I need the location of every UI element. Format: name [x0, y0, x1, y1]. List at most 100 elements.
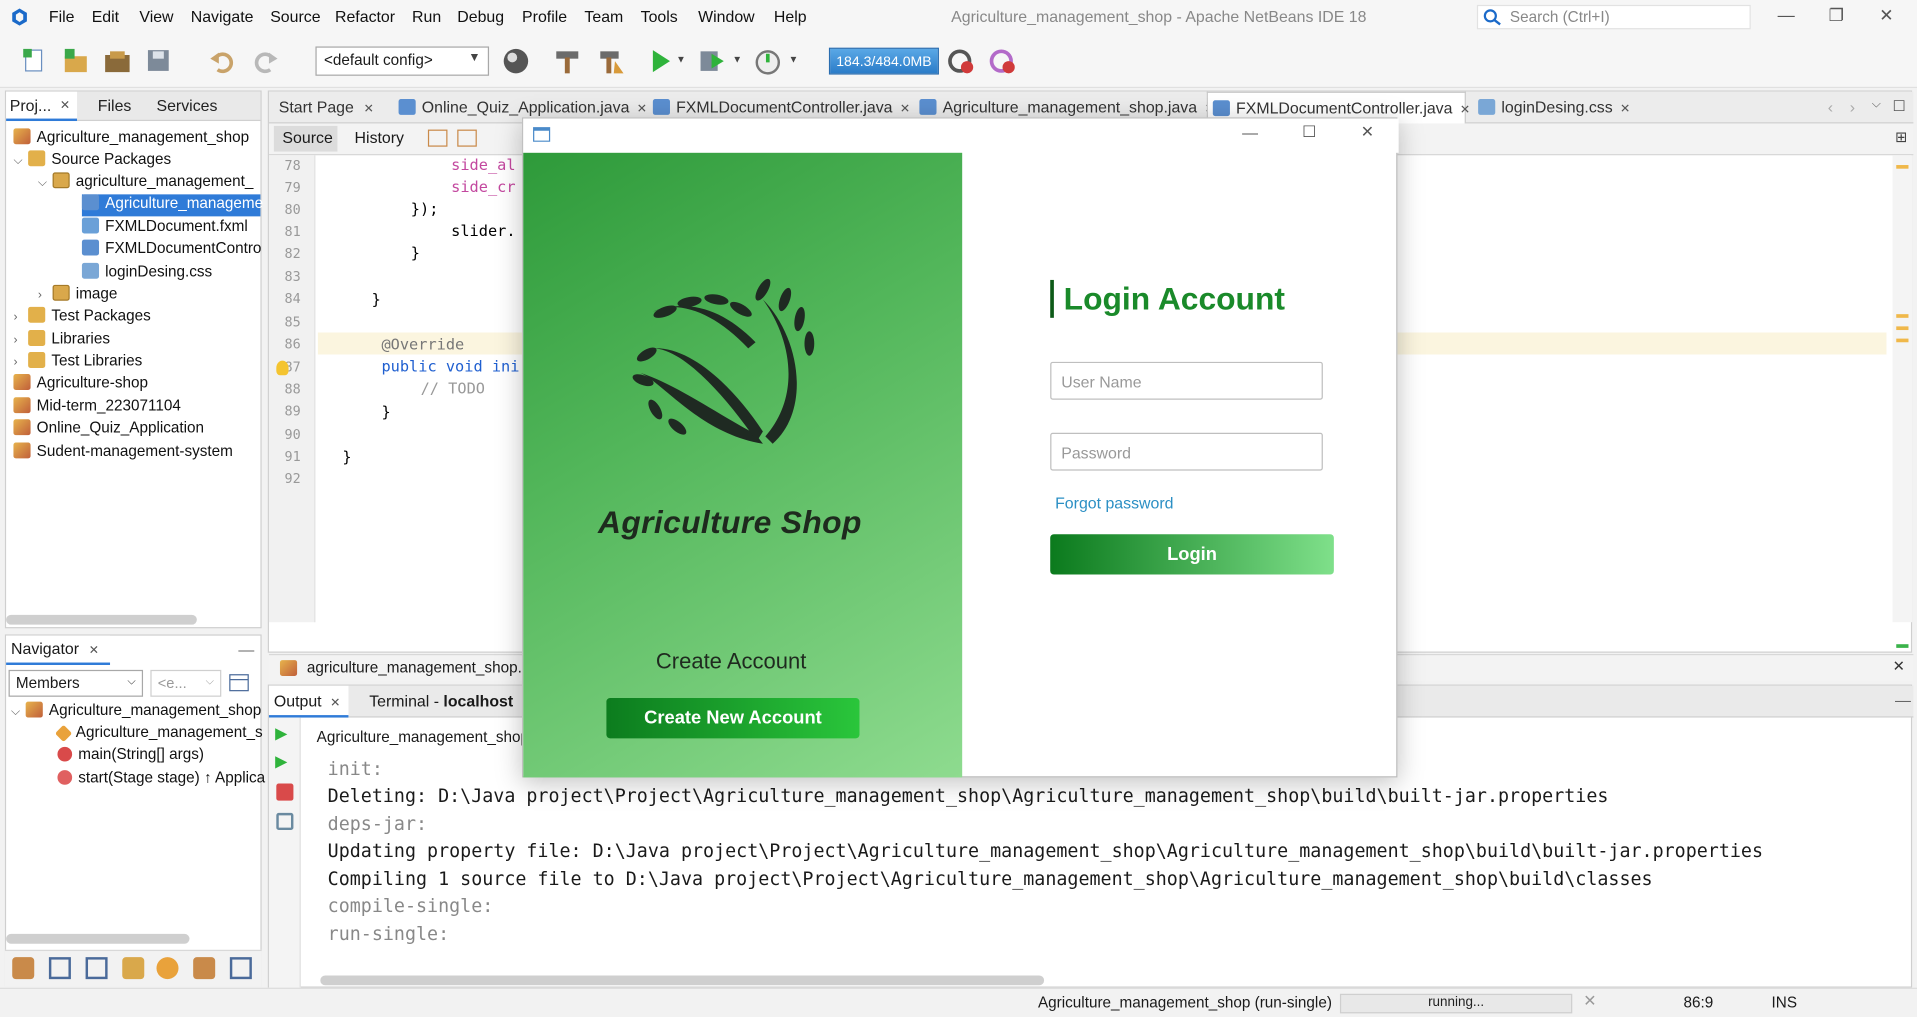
- chevron-right-icon[interactable]: ›: [13, 310, 28, 323]
- code-line[interactable]: slider.: [451, 221, 515, 239]
- cancel-task-icon[interactable]: ✕: [1583, 991, 1596, 1011]
- close-icon[interactable]: ✕: [1361, 122, 1374, 142]
- username-field[interactable]: User Name: [1050, 361, 1323, 400]
- sort-icon[interactable]: [193, 957, 216, 980]
- menu-refactor[interactable]: Refactor: [335, 7, 395, 25]
- memory-indicator[interactable]: 184.3/484.0MB: [828, 47, 939, 75]
- stripe-mark[interactable]: [1896, 165, 1909, 169]
- globe-icon[interactable]: [501, 46, 530, 75]
- close-icon[interactable]: ✕: [60, 92, 70, 121]
- source-view-button[interactable]: Source: [273, 125, 338, 152]
- navigator-config-icon[interactable]: [229, 672, 251, 694]
- menu-edit[interactable]: Edit: [92, 7, 119, 25]
- menu-debug[interactable]: Debug: [457, 7, 504, 25]
- tabs-menu-icon[interactable]: ⌵: [1872, 98, 1881, 111]
- menu-team[interactable]: Team: [584, 7, 623, 25]
- code-line[interactable]: public void ini: [381, 357, 519, 375]
- tree-item-source-packages[interactable]: ⌵ Source Packages: [13, 150, 171, 172]
- history-view-button[interactable]: History: [355, 128, 404, 146]
- rerun-with-params-icon[interactable]: ▶: [275, 752, 287, 772]
- open-project-icon[interactable]: [103, 46, 132, 75]
- close-icon[interactable]: ✕: [637, 103, 647, 116]
- minimize-icon[interactable]: —: [1242, 123, 1258, 141]
- clean-build-icon[interactable]: [597, 46, 626, 75]
- new-file-icon[interactable]: [20, 46, 49, 75]
- scroll-tabs-left-icon[interactable]: ‹: [1828, 98, 1833, 116]
- maximize-icon[interactable]: ❐: [1823, 5, 1850, 29]
- settings-icon[interactable]: [276, 812, 294, 831]
- new-project-icon[interactable]: [61, 46, 90, 75]
- menu-help[interactable]: Help: [774, 7, 807, 25]
- minimize-panel-icon[interactable]: —: [1895, 691, 1911, 709]
- static-filter-icon[interactable]: [85, 957, 108, 980]
- lightbulb-hint-icon[interactable]: [276, 360, 289, 376]
- lock-icon[interactable]: [122, 957, 145, 980]
- code-line[interactable]: }: [381, 402, 390, 420]
- debug-dropdown-icon[interactable]: ▼: [732, 54, 742, 65]
- nav-item-class[interactable]: ⌵ Agriculture_management_shop: [11, 701, 261, 724]
- code-line[interactable]: // TODO: [421, 379, 485, 397]
- close-icon[interactable]: ✕: [1893, 658, 1905, 675]
- config-dropdown[interactable]: <default config> ▼: [315, 46, 490, 76]
- menu-source[interactable]: Source: [270, 7, 320, 25]
- stop-icon[interactable]: [276, 783, 294, 801]
- sort-alpha-icon[interactable]: [229, 957, 252, 980]
- create-new-account-button[interactable]: Create New Account: [606, 697, 860, 739]
- tree-item-mid-term[interactable]: Mid-term_223071104: [13, 397, 181, 419]
- code-line[interactable]: }: [411, 243, 420, 261]
- stripe-mark[interactable]: [1896, 326, 1909, 331]
- inherited-filter-icon[interactable]: [156, 957, 179, 980]
- close-icon[interactable]: ✕: [1873, 5, 1900, 29]
- tree-item-image[interactable]: › image: [38, 284, 117, 307]
- nav-item-main[interactable]: main(String[] args): [57, 746, 204, 768]
- split-editor-icon[interactable]: ⊞: [1895, 128, 1907, 145]
- close-icon[interactable]: ✕: [900, 103, 910, 116]
- minimize-icon[interactable]: —: [1773, 5, 1800, 29]
- tab-output[interactable]: Output ✕: [268, 685, 349, 718]
- menu-file[interactable]: File: [49, 7, 75, 25]
- nav-item-constructor[interactable]: Agriculture_management_s: [54, 724, 263, 746]
- empty-filter-dropdown[interactable]: <e... ⌵: [150, 669, 222, 697]
- tab-terminal[interactable]: Terminal - localhost: [369, 692, 513, 710]
- undo-icon[interactable]: [208, 46, 237, 75]
- close-icon[interactable]: ✕: [89, 644, 99, 657]
- maximize-icon[interactable]: ☐: [1302, 122, 1316, 142]
- menu-navigate[interactable]: Navigate: [191, 7, 254, 25]
- code-line[interactable]: side_al: [451, 155, 515, 173]
- run-dropdown-icon[interactable]: ▼: [676, 54, 686, 65]
- tree-item-fxml[interactable]: FXMLDocument.fxml: [81, 217, 248, 240]
- breadcrumb[interactable]: agriculture_management_shop.FX: [307, 659, 541, 676]
- tree-item-css[interactable]: loginDesing.css: [81, 262, 212, 285]
- close-icon[interactable]: ✕: [364, 103, 374, 116]
- horizontal-scrollbar[interactable]: [6, 933, 190, 944]
- code-line[interactable]: }: [372, 290, 381, 308]
- forgot-password-link[interactable]: Forgot password: [1055, 494, 1173, 512]
- back-icon[interactable]: [427, 129, 448, 147]
- chevron-down-icon[interactable]: ⌵: [13, 154, 28, 167]
- code-line[interactable]: side_cr: [451, 177, 515, 195]
- chevron-right-icon[interactable]: ›: [38, 288, 53, 301]
- stop-gc-icon[interactable]: [988, 46, 1017, 75]
- redo-icon[interactable]: [251, 46, 280, 75]
- members-dropdown[interactable]: Members ⌵: [8, 669, 144, 697]
- tree-item-package[interactable]: ⌵ agriculture_management_: [38, 172, 253, 194]
- error-stripe[interactable]: [1892, 155, 1913, 648]
- code-line[interactable]: @Override: [381, 335, 464, 353]
- tab-login-css[interactable]: loginDesing.css ✕: [1473, 92, 1632, 124]
- maximize-editor-icon[interactable]: ☐: [1893, 98, 1906, 115]
- chevron-down-icon[interactable]: ⌵: [38, 176, 53, 189]
- build-hammer-icon[interactable]: [553, 46, 582, 75]
- horizontal-scrollbar[interactable]: [6, 614, 197, 625]
- close-icon[interactable]: ✕: [1460, 104, 1470, 117]
- chevron-down-icon[interactable]: ⌵: [11, 705, 26, 718]
- tree-item-test-libraries[interactable]: › Test Libraries: [13, 352, 142, 374]
- stripe-mark[interactable]: [1896, 314, 1909, 318]
- close-icon[interactable]: ✕: [1620, 103, 1630, 116]
- run-icon[interactable]: [646, 46, 675, 75]
- menu-tools[interactable]: Tools: [641, 7, 678, 25]
- tree-item-project[interactable]: Agriculture_management_shop: [13, 128, 249, 150]
- hierarchy-icon[interactable]: [12, 957, 35, 980]
- tab-files[interactable]: Files: [98, 92, 132, 121]
- save-all-icon[interactable]: [144, 46, 173, 75]
- nav-item-start[interactable]: start(Stage stage) ↑ Applica: [57, 769, 265, 791]
